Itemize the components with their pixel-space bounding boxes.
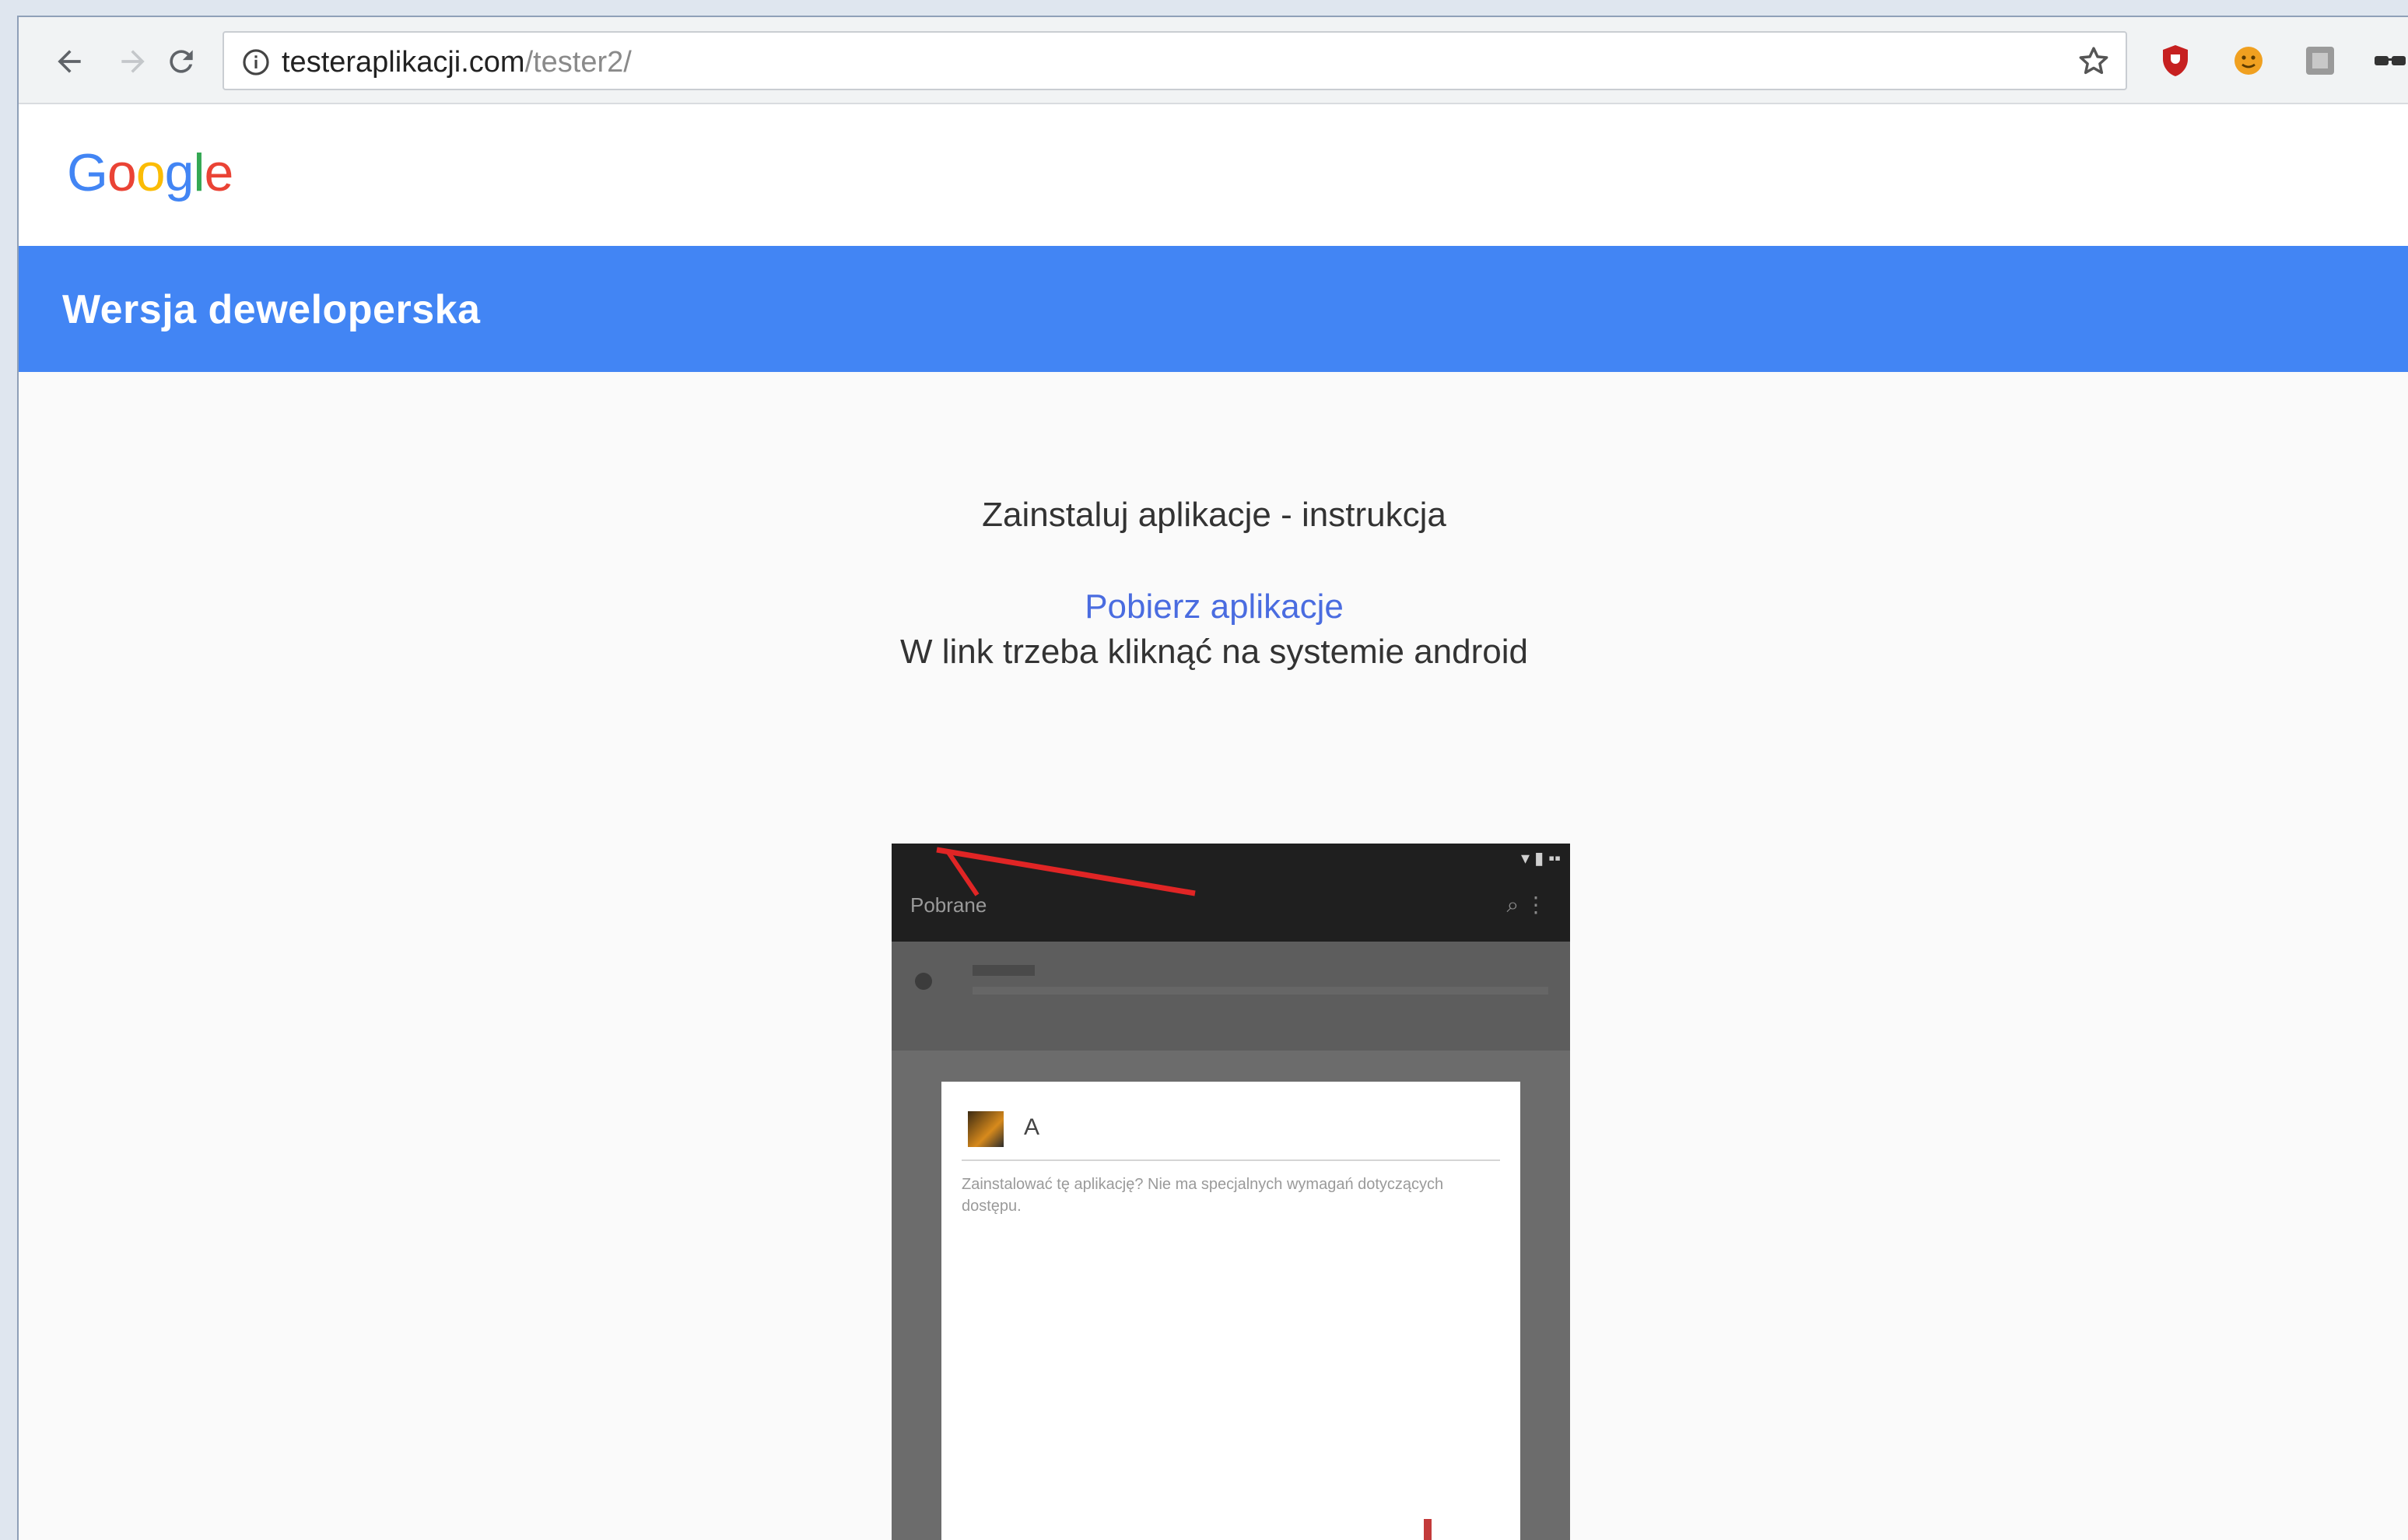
url-host: testeraplikacji.com	[282, 46, 525, 79]
page-content: Google Wersja deweloperska Zainstaluj ap…	[19, 104, 2408, 1540]
install-dialog: A Zainstalować tę aplikację? Nie ma spec…	[941, 1082, 1520, 1540]
forward-button[interactable]	[115, 44, 151, 79]
back-button[interactable]	[51, 44, 87, 79]
phone-appbar-icons: ⌕ ⋮	[1506, 893, 1547, 917]
download-item-meta-line	[973, 987, 1548, 995]
puzzle-extension-icon	[2306, 47, 2334, 75]
browser-toolbar: testeraplikacji.com/tester2/	[19, 17, 2408, 104]
google-logo[interactable]: Google	[67, 142, 233, 204]
logo-letter: o	[135, 143, 166, 202]
face-extension-button[interactable]	[2230, 42, 2267, 79]
browser-window: testeraplikacji.com/tester2/ Google Wers…	[17, 16, 2408, 1540]
logo-letter: e	[204, 143, 234, 202]
url-path: /tester2/	[524, 46, 632, 79]
android-install-screenshot: ▾ ▮ ▪▪ Pobrane ⌕ ⋮ A Zainstalować tę apl…	[892, 844, 1570, 1540]
download-link-row: Pobierz aplikacje	[19, 585, 2408, 629]
download-item-title-line	[973, 965, 1035, 976]
phone-status-icons: ▾ ▮ ▪▪	[1521, 848, 1561, 868]
logo-header: Google	[19, 104, 2408, 246]
logo-letter: G	[67, 143, 108, 202]
logo-letter: o	[107, 143, 137, 202]
install-instruction: Zainstaluj aplikacje - instrukcja	[982, 496, 1446, 534]
dialog-divider	[962, 1159, 1500, 1161]
logo-letter: l	[193, 143, 205, 202]
address-bar[interactable]: testeraplikacji.com/tester2/	[223, 31, 2127, 90]
download-app-link[interactable]: Pobierz aplikacje	[1085, 588, 1344, 626]
download-list-item	[892, 942, 1570, 1051]
logo-letter: g	[164, 143, 195, 202]
star-icon[interactable]	[2076, 44, 2112, 79]
dialog-text: Zainstalować tę aplikację? Nie ma specja…	[962, 1176, 1444, 1215]
download-item-icon	[915, 973, 932, 990]
shield-extension-button[interactable]	[2157, 42, 2194, 79]
glasses-extension-icon	[2375, 56, 2406, 65]
link-note: W link trzeba kliknąć na systemie androi…	[900, 633, 1528, 671]
reload-button[interactable]	[163, 44, 199, 79]
page-title: Wersja deweloperska	[62, 287, 481, 332]
red-marker	[1424, 1519, 1432, 1540]
face-extension-icon	[2234, 47, 2263, 75]
page-banner: Wersja deweloperska	[19, 246, 2408, 372]
arrow-right-icon	[121, 50, 145, 73]
dialog-title: A	[1024, 1114, 1040, 1140]
puzzle-extension-button[interactable]	[2301, 42, 2339, 79]
red-arrow-icon	[936, 847, 1196, 896]
url-text[interactable]: testeraplikacji.com/tester2/	[282, 45, 632, 79]
reload-icon	[170, 50, 193, 73]
app-icon	[968, 1111, 1004, 1147]
shield-extension-icon	[2163, 45, 2188, 76]
glasses-extension-button[interactable]	[2371, 42, 2408, 79]
phone-status-appbar: ▾ ▮ ▪▪ Pobrane ⌕ ⋮	[892, 844, 1570, 942]
arrow-left-icon	[58, 50, 81, 73]
info-circle-icon[interactable]	[241, 47, 271, 77]
